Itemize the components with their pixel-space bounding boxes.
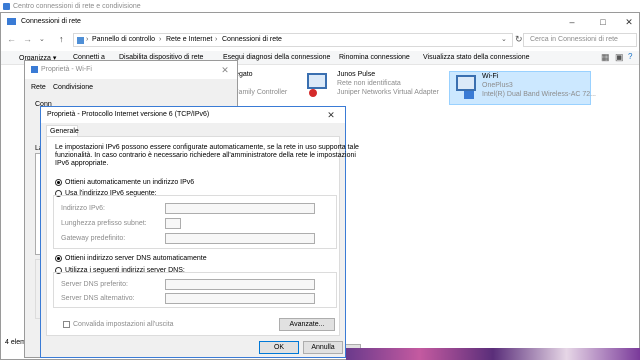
address-dropdown-icon[interactable]: ⌄	[501, 35, 507, 43]
ipv6-titlebar: Proprietà - Protocollo Internet versione…	[41, 107, 345, 123]
close-button[interactable]: ✕	[615, 13, 640, 31]
close-button[interactable]: ✕	[317, 107, 345, 123]
background-window-title: Centro connessioni di rete e condivision…	[13, 3, 141, 10]
general-panel: Le impostazioni IPv6 possono essere conf…	[46, 136, 359, 336]
search-input[interactable]: Cerca in Connessioni di rete	[530, 36, 618, 43]
connection-status: OnePlus3	[482, 82, 513, 89]
connection-name: Wi-Fi	[482, 73, 499, 80]
explorer-titlebar: Connessioni di rete – □ ✕	[1, 13, 639, 31]
breadcrumb-network-connections[interactable]: Connessioni di rete	[222, 36, 282, 43]
validate-checkbox[interactable]	[63, 321, 70, 328]
explorer-title: Connessioni di rete	[21, 18, 81, 25]
cancel-button[interactable]: Annulla	[303, 341, 343, 354]
connection-item-junos[interactable]: Junos Pulse Rete non identificata Junipe…	[301, 71, 451, 105]
ipv6-address-field[interactable]	[165, 203, 315, 214]
network-center-icon	[3, 3, 10, 10]
close-button[interactable]: ✕	[211, 61, 239, 79]
dns-auto-radio[interactable]	[55, 255, 62, 262]
prefix-length-label: Lunghezza prefisso subnet:	[61, 220, 147, 227]
gateway-label: Gateway predefinito:	[61, 235, 126, 242]
connection-item-wifi[interactable]: Wi-Fi OnePlus3 Intel(R) Dual Band Wirele…	[449, 71, 596, 105]
ip-auto-radio[interactable]	[55, 179, 62, 186]
description-line-1: Le impostazioni IPv6 possono essere conf…	[55, 144, 359, 151]
toolbar-rename[interactable]: Rinomina connessione	[339, 54, 410, 61]
tab-network[interactable]: Rete	[31, 84, 46, 91]
dns-alternate-label: Server DNS alternativo:	[61, 295, 135, 302]
search-box[interactable]: Cerca in Connessioni di rete	[523, 33, 637, 47]
dns-auto-label[interactable]: Ottieni indirizzo server DNS automaticam…	[65, 255, 207, 262]
toolbar-diagnose[interactable]: Esegui diagnosi della connessione	[223, 54, 330, 61]
description-line-2: funzionalità. In caso contrario è necess…	[55, 152, 356, 159]
description-line-3: IPv6 appropriate.	[55, 160, 109, 167]
connection-adapter: Juniper Networks Virtual Adapter	[337, 89, 439, 96]
refresh-icon[interactable]: ↻	[515, 34, 523, 45]
wifi-adapter-icon	[456, 75, 476, 91]
network-adapter-icon	[307, 73, 327, 89]
gateway-field[interactable]	[165, 233, 315, 244]
ipv6-properties-dialog: Proprietà - Protocollo Internet versione…	[40, 106, 359, 358]
disconnected-x-icon	[309, 89, 317, 97]
ipv6-address-label: Indirizzo IPv6:	[61, 205, 105, 212]
breadcrumb-network-internet[interactable]: Rete e Internet	[166, 36, 212, 43]
wifi-properties-title: Proprietà - Wi-Fi	[41, 66, 92, 73]
signal-bars-icon	[464, 91, 474, 99]
wifi-properties-icon	[31, 66, 38, 73]
minimize-button[interactable]: –	[558, 13, 586, 31]
ip-auto-label[interactable]: Ottieni automaticamente un indirizzo IPv…	[65, 179, 194, 186]
toolbar-view-status[interactable]: Visualizza stato della connessione	[423, 54, 530, 61]
desktop-wallpaper	[346, 348, 640, 360]
control-panel-icon	[77, 37, 84, 44]
maximize-button[interactable]: □	[589, 13, 617, 31]
view-options-icon[interactable]: ▦	[601, 52, 610, 63]
tab-sharing[interactable]: Condivisione	[53, 84, 93, 91]
preview-pane-icon[interactable]: ▣	[615, 52, 624, 63]
breadcrumb-control-panel[interactable]: Pannello di controllo	[92, 36, 155, 43]
connection-adapter: Intel(R) Dual Band Wireless-AC 72...	[482, 91, 596, 98]
wifi-properties-titlebar: Proprietà - Wi-Fi ✕	[25, 61, 237, 79]
connection-status: Rete non identificata	[337, 80, 401, 87]
recent-chevron-icon[interactable]: ⌄	[39, 35, 45, 43]
help-icon[interactable]: ?	[628, 52, 632, 61]
up-arrow-icon[interactable]: ↑	[59, 34, 64, 44]
ok-button[interactable]: OK	[259, 341, 299, 354]
forward-arrow-icon[interactable]: →	[23, 34, 32, 44]
folder-icon	[7, 18, 16, 25]
prefix-length-field[interactable]	[165, 218, 181, 229]
validate-label[interactable]: Convalida impostazioni all'uscita	[73, 321, 174, 328]
ipv6-dialog-title: Proprietà - Protocollo Internet versione…	[47, 111, 210, 118]
dns-alternate-field[interactable]	[165, 293, 315, 304]
connection-name: Junos Pulse	[337, 71, 376, 78]
advanced-button[interactable]: Avanzate...	[279, 318, 335, 331]
dns-preferred-label: Server DNS preferito:	[61, 281, 128, 288]
back-arrow-icon[interactable]: ←	[7, 34, 16, 44]
dns-preferred-field[interactable]	[165, 279, 315, 290]
address-bar[interactable]: › Pannello di controllo › Rete e Interne…	[73, 33, 513, 47]
address-row: ← → ⌄ ↑ › Pannello di controllo › Rete e…	[1, 31, 639, 49]
